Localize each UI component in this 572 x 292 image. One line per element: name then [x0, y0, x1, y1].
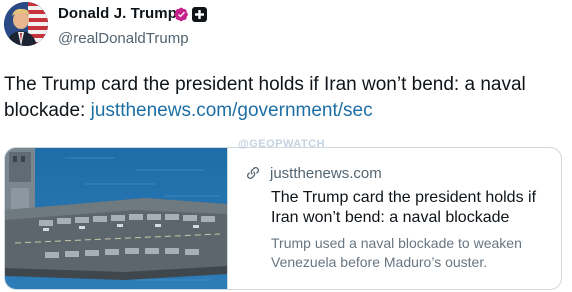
affiliate-badge-icon[interactable] — [192, 7, 207, 22]
post-link[interactable]: justthenews.com/government/sec — [91, 100, 373, 121]
card-domain-row: justthenews.com — [245, 163, 382, 183]
card-divider — [227, 148, 228, 289]
verified-badge-icon — [174, 7, 189, 22]
card-domain: justthenews.com — [270, 164, 382, 182]
profile-photo — [4, 2, 48, 46]
user-handle[interactable]: @realDonaldTrump — [58, 30, 189, 47]
post-text: The Trump card the president holds if Ir… — [4, 72, 564, 124]
avatar[interactable] — [4, 2, 48, 46]
card-title: The Trump card the president holds if Ir… — [271, 189, 537, 226]
post: Donald J. Trump @realDonaldTrump The Tru… — [0, 0, 572, 292]
link-preview-card[interactable]: justthenews.com The Trump card the presi… — [4, 147, 562, 290]
card-image[interactable] — [5, 148, 227, 289]
link-icon — [245, 165, 261, 181]
card-description: Trump used a naval blockade to weaken Ve… — [271, 235, 522, 270]
aircraft-carrier-photo — [5, 148, 227, 289]
display-name[interactable]: Donald J. Trump — [58, 5, 177, 22]
